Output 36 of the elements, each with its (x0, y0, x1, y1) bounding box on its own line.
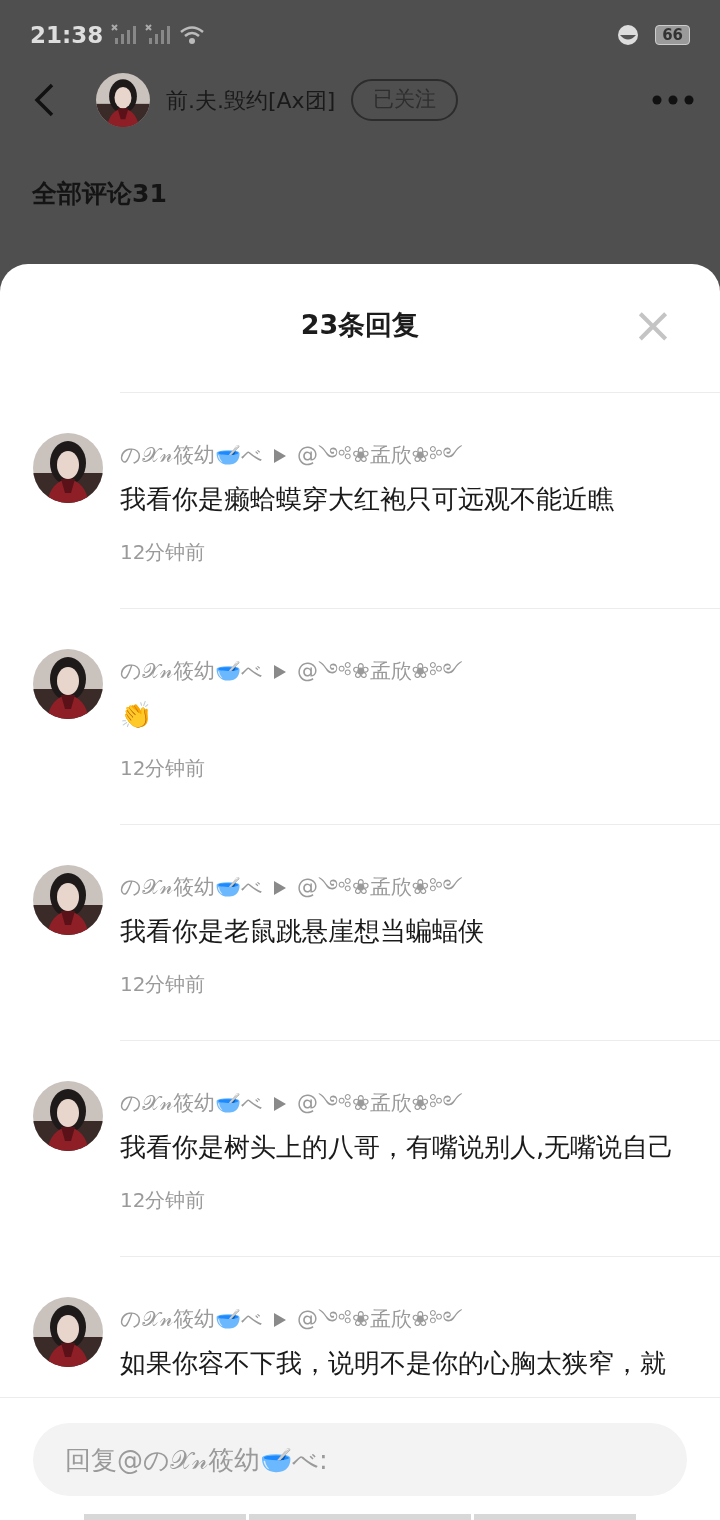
author-name[interactable]: の𝒳𝓃筱幼🥣べ (120, 872, 263, 904)
sheet-title: 23条回复 (300, 308, 420, 342)
section-title: 全部评论31 (32, 179, 167, 208)
reply-target[interactable]: @༺❀孟欣❀༻ (297, 440, 464, 472)
triangle-icon (273, 664, 287, 680)
triangle-icon (273, 1312, 287, 1328)
more-icon[interactable] (652, 95, 694, 105)
timestamp: 12分钟前 (120, 756, 207, 780)
timestamp: 12分钟前 (120, 1188, 207, 1212)
comment-text: 如果你容不下我，说明不是你的心胸太狭窄，就 (120, 1347, 667, 1380)
back-icon[interactable] (32, 83, 56, 117)
reply-target[interactable]: @༺❀孟欣❀༻ (297, 656, 464, 688)
wifi-icon (179, 25, 206, 45)
reply-target[interactable]: @༺❀孟欣❀༻ (297, 872, 464, 904)
triangle-icon (273, 448, 287, 464)
triangle-icon (273, 1096, 287, 1112)
battery-indicator: 66 (655, 25, 690, 45)
comment-text: 我看你是树头上的八哥，有嘴说别人,无嘴说自己 (120, 1131, 676, 1164)
close-button[interactable]: × (632, 304, 674, 346)
reply-target[interactable]: @༺❀孟欣❀༻ (297, 1088, 464, 1120)
moon-icon (617, 24, 640, 46)
triangle-icon (273, 880, 287, 896)
comment-text: 👏 (120, 699, 153, 732)
comment-text: 我看你是癞蛤蟆穿大红袍只可远观不能近瞧 (120, 483, 615, 516)
author-name[interactable]: の𝒳𝓃筱幼🥣べ (120, 440, 263, 472)
author-name[interactable]: の𝒳𝓃筱幼🥣べ (120, 656, 263, 688)
reply-target[interactable]: @༺❀孟欣❀༻ (297, 1304, 464, 1336)
timestamp: 12分钟前 (120, 540, 207, 564)
reply-input[interactable]: 回复@の𝒳𝓃筱幼🥣べ: (33, 1423, 687, 1496)
author-name[interactable]: の𝒳𝓃筱幼🥣べ (120, 1088, 263, 1120)
clock: 21:38 (30, 20, 104, 50)
signal-icon (145, 24, 172, 46)
author-name[interactable]: の𝒳𝓃筱幼🥣べ (120, 1304, 263, 1336)
signal-icon (111, 24, 138, 46)
timestamp: 12分钟前 (120, 972, 207, 996)
comment-text: 我看你是老鼠跳悬崖想当蝙蝠侠 (120, 915, 485, 948)
